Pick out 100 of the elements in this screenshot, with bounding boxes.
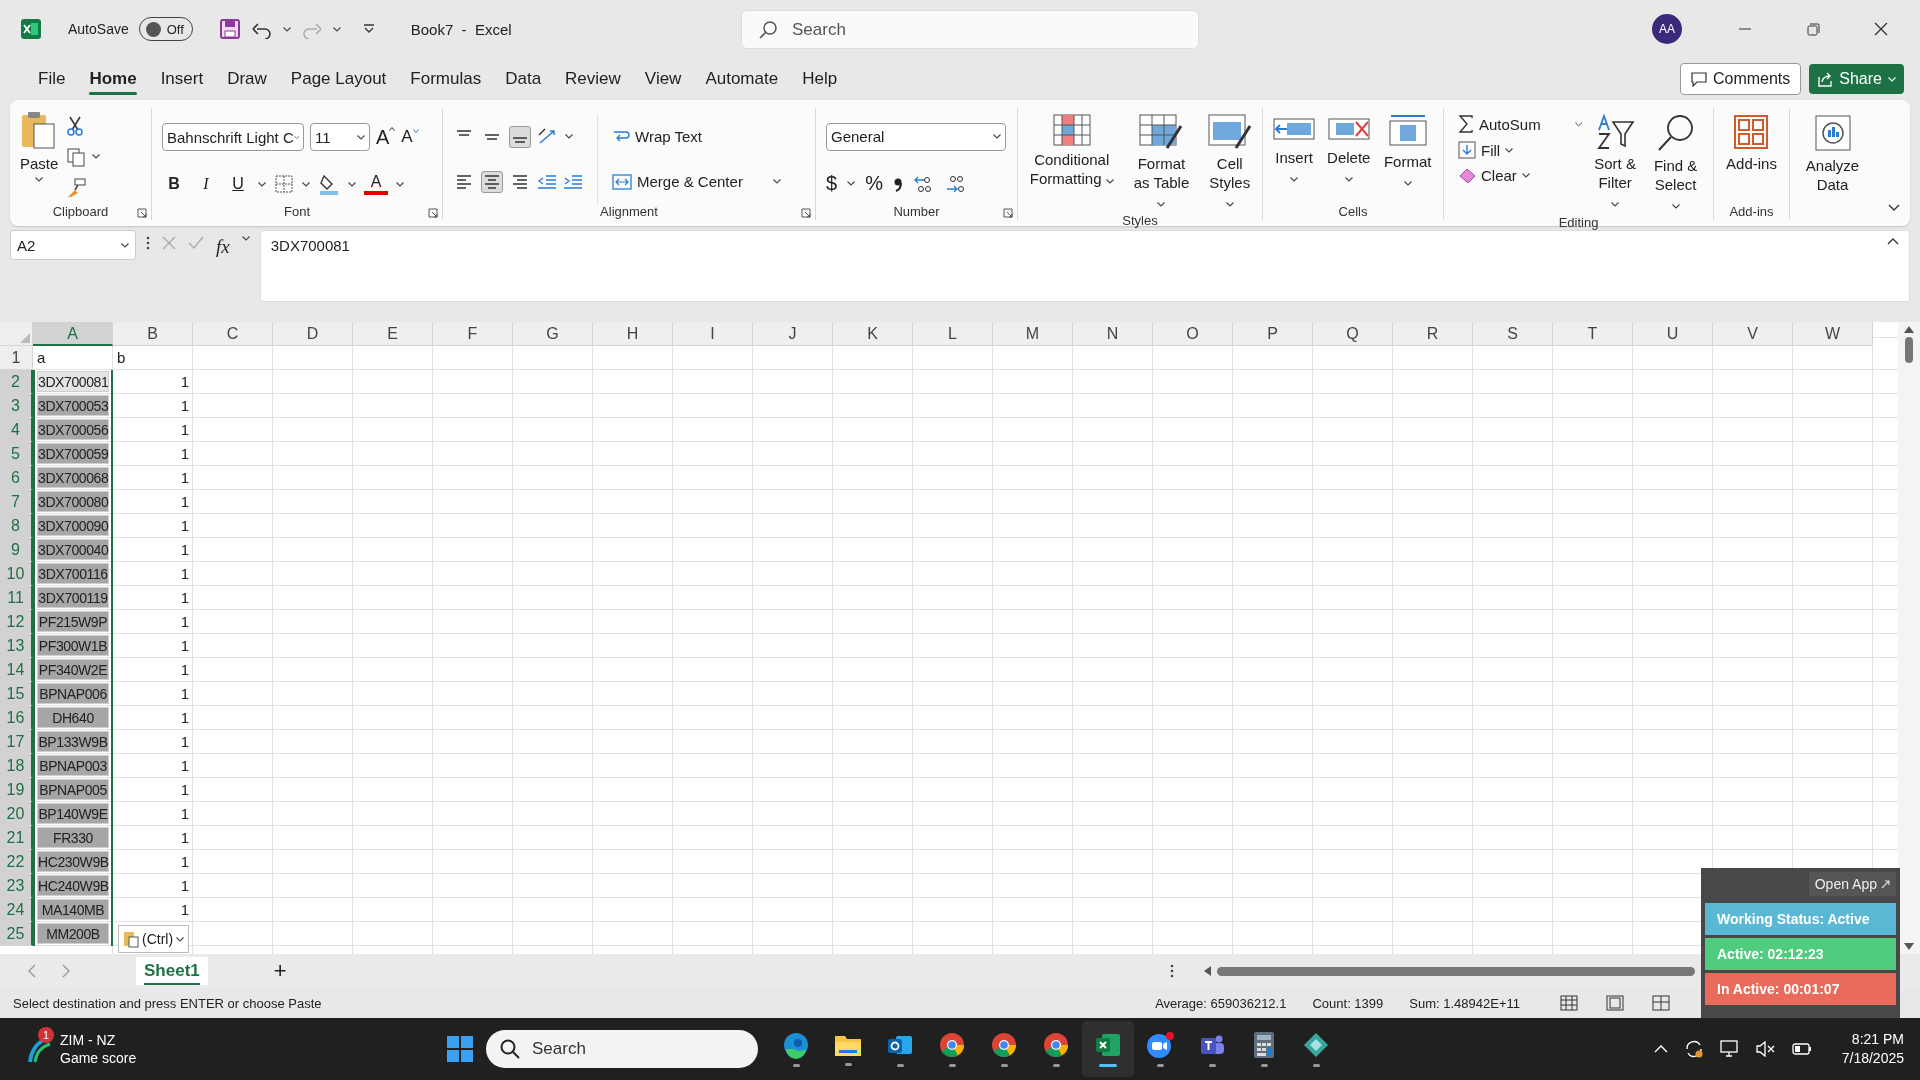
- cut-icon[interactable]: [66, 115, 85, 136]
- cell-styles-button[interactable]: Cell Styles: [1203, 112, 1256, 213]
- column-header[interactable]: W: [1793, 322, 1873, 346]
- column-header[interactable]: L: [913, 322, 993, 346]
- scroll-down-icon[interactable]: [1904, 943, 1914, 950]
- dialog-launcher-icon[interactable]: [137, 208, 147, 218]
- format-painter-icon[interactable]: [66, 178, 87, 199]
- row-header[interactable]: 25: [0, 922, 33, 946]
- sort-button[interactable]: Sort & Filter: [1590, 112, 1641, 215]
- percent-button[interactable]: %: [865, 172, 883, 196]
- column-header[interactable]: A: [33, 322, 113, 346]
- analyze-data-button[interactable]: Analyze Data: [1796, 112, 1869, 220]
- clear-button[interactable]: Clear: [1454, 164, 1582, 187]
- row-header[interactable]: 20: [0, 802, 33, 826]
- row-header[interactable]: 19: [0, 778, 33, 802]
- ribbon-tab[interactable]: File: [26, 61, 78, 97]
- clock-time[interactable]: 8:21 PM: [1851, 1030, 1904, 1049]
- column-header[interactable]: J: [753, 322, 833, 346]
- ribbon-tab[interactable]: View: [632, 61, 694, 97]
- horizontal-align-button[interactable]: [481, 170, 503, 193]
- table-button[interactable]: Format as Table: [1125, 112, 1198, 213]
- grow-font-button[interactable]: A: [376, 125, 390, 149]
- row-header[interactable]: 1: [0, 346, 33, 370]
- column-header[interactable]: C: [193, 322, 273, 346]
- ribbon-tab[interactable]: Home: [77, 61, 149, 97]
- underline-button[interactable]: U: [226, 175, 250, 193]
- ribbon-tab[interactable]: Formulas: [398, 61, 494, 97]
- page-break-icon[interactable]: [1652, 995, 1670, 1011]
- italic-button[interactable]: I: [194, 175, 218, 193]
- increase-indent-icon[interactable]: [563, 173, 583, 190]
- shrink-font-button[interactable]: A: [401, 127, 413, 147]
- column-header[interactable]: F: [433, 322, 513, 346]
- scrollbar-thumb[interactable]: [1217, 966, 1695, 976]
- ribbon-tab[interactable]: Help: [790, 61, 850, 97]
- row-header[interactable]: 2: [0, 370, 33, 394]
- scroll-left-icon[interactable]: [1204, 966, 1211, 976]
- paste-button[interactable]: Paste: [16, 108, 63, 204]
- more-icon[interactable]: [146, 236, 150, 250]
- row-header[interactable]: 18: [0, 754, 33, 778]
- dialog-launcher-icon[interactable]: [1003, 208, 1013, 218]
- ribbon-tab[interactable]: Page Layout: [278, 61, 399, 97]
- column-header[interactable]: H: [593, 322, 673, 346]
- number-format-dropdown[interactable]: General: [826, 122, 1006, 151]
- ribbon-tab[interactable]: Draw: [215, 61, 279, 97]
- column-header[interactable]: R: [1393, 322, 1473, 346]
- formula-field[interactable]: 3DX700081: [259, 230, 1910, 302]
- scrollbar-thumb[interactable]: [1905, 337, 1913, 363]
- delete-button[interactable]: Delete: [1321, 112, 1377, 204]
- decrease-decimal-icon[interactable]: [944, 173, 967, 194]
- row-header[interactable]: 3: [0, 394, 33, 418]
- column-header[interactable]: G: [513, 322, 593, 346]
- customize-toolbar-icon[interactable]: [362, 24, 375, 34]
- column-header[interactable]: U: [1633, 322, 1713, 346]
- row-header[interactable]: 14: [0, 658, 33, 682]
- battery-icon[interactable]: [1791, 1042, 1812, 1056]
- dialog-launcher-icon[interactable]: [428, 208, 438, 218]
- decrease-indent-icon[interactable]: [537, 173, 557, 190]
- copy-icon[interactable]: [66, 147, 87, 167]
- font-color-button[interactable]: A: [364, 173, 388, 195]
- collapse-icon[interactable]: [1887, 237, 1899, 245]
- find-button[interactable]: Find & Select: [1648, 112, 1703, 215]
- column-header[interactable]: E: [353, 322, 433, 346]
- collapse-ribbon-icon[interactable]: [1888, 204, 1900, 212]
- column-header[interactable]: N: [1073, 322, 1153, 346]
- row-header[interactable]: 9: [0, 538, 33, 562]
- column-header[interactable]: K: [833, 322, 913, 346]
- row-header[interactable]: 7: [0, 490, 33, 514]
- clock-date[interactable]: 7/18/2025: [1841, 1049, 1904, 1068]
- column-header[interactable]: V: [1713, 322, 1793, 346]
- currency-button[interactable]: $: [826, 172, 838, 196]
- ribbon-tab[interactable]: Review: [553, 61, 633, 97]
- name-box[interactable]: A2: [10, 230, 136, 260]
- share-button[interactable]: Share: [1809, 64, 1904, 94]
- insert-button[interactable]: Insert: [1269, 112, 1320, 204]
- row-header[interactable]: 12: [0, 610, 33, 634]
- font-size-dropdown[interactable]: 11: [310, 123, 370, 151]
- comments-button[interactable]: Comments: [1679, 63, 1802, 95]
- column-header[interactable]: S: [1473, 322, 1553, 346]
- insert-function-button[interactable]: fx: [216, 236, 230, 258]
- row-header[interactable]: 10: [0, 562, 33, 586]
- row-header[interactable]: 8: [0, 514, 33, 538]
- bold-button[interactable]: B: [162, 175, 186, 193]
- start-icon[interactable]: [446, 1035, 474, 1063]
- row-header[interactable]: 15: [0, 682, 33, 706]
- muted-speaker-icon[interactable]: [1755, 1041, 1776, 1057]
- row-header[interactable]: 16: [0, 706, 33, 730]
- format-button[interactable]: Format: [1378, 112, 1437, 204]
- column-header[interactable]: P: [1233, 322, 1313, 346]
- row-header[interactable]: 13: [0, 634, 33, 658]
- ribbon-tab[interactable]: Insert: [148, 61, 216, 97]
- vertical-align-button[interactable]: [509, 125, 531, 148]
- save-icon[interactable]: [218, 18, 241, 40]
- row-header[interactable]: 23: [0, 874, 33, 898]
- row-header[interactable]: 11: [0, 586, 33, 610]
- row-header[interactable]: 6: [0, 466, 33, 490]
- row-header[interactable]: 24: [0, 898, 33, 922]
- widget-title[interactable]: ZIM - NZ: [60, 1031, 137, 1049]
- fill-button[interactable]: Fill: [1454, 138, 1582, 162]
- user-avatar[interactable]: AA: [1652, 14, 1682, 44]
- row-header[interactable]: 17: [0, 730, 33, 754]
